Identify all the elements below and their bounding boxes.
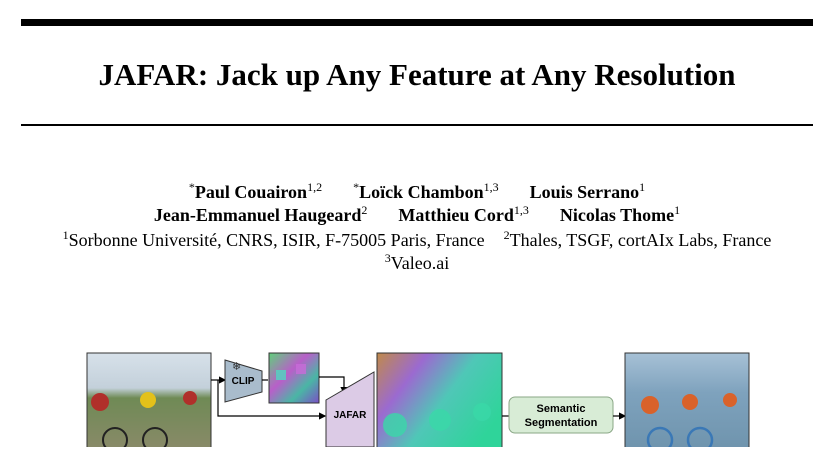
author-name: Matthieu Cord xyxy=(398,205,514,225)
low-res-features xyxy=(268,352,320,404)
task-label-line1: Semantic xyxy=(537,403,586,415)
affiliation-text: Valeo.ai xyxy=(390,253,450,273)
author-name: Louis Serrano xyxy=(529,182,640,202)
author-affiliation-sup: 1 xyxy=(674,203,681,217)
author-name: Nicolas Thome xyxy=(559,205,675,225)
equal-contribution-mark: * xyxy=(188,180,195,194)
clip-label: CLIP xyxy=(232,376,255,387)
affiliations-line-2: 3Valeo.ai xyxy=(0,251,834,276)
paper-title: JAFAR: Jack up Any Feature at Any Resolu… xyxy=(98,57,736,92)
segmentation-output xyxy=(624,352,750,452)
affiliation-sup: 3 xyxy=(384,251,391,265)
high-res-features xyxy=(376,352,503,452)
equal-contribution-mark: * xyxy=(353,180,360,194)
author-name: Loïck Chambon xyxy=(359,182,484,202)
authors-line-1: *Paul Couairon1,2 *Loïck Chambon1,3 Loui… xyxy=(0,180,834,205)
author-affiliation-sup: 1 xyxy=(639,180,646,194)
author-affiliation-sup: 1,3 xyxy=(483,180,499,194)
affiliation-text: Sorbonne Université, CNRS, ISIR, F-75005… xyxy=(68,230,485,250)
author-affiliation-sup: 1,3 xyxy=(513,203,529,217)
snowflake-icon: ❄ xyxy=(232,360,241,373)
affiliation-text: Thales, TSGF, cortAIx Labs, France xyxy=(509,230,772,250)
top-rule xyxy=(21,19,813,26)
input-image xyxy=(86,352,212,452)
jafar-label: JAFAR xyxy=(334,410,368,421)
teaser-figure-svg: ❄ CLIP JAFAR Semantic Segmentation xyxy=(86,352,750,452)
author-name: Jean-Emmanuel Haugeard xyxy=(153,205,362,225)
teaser-figure: ❄ CLIP JAFAR Semantic Segmentation xyxy=(0,340,834,452)
authors-line-2: Jean-Emmanuel Haugeard2 Matthieu Cord1,3… xyxy=(0,203,834,228)
author-affiliation-sup: 2 xyxy=(361,203,368,217)
task-label-line2: Segmentation xyxy=(525,417,598,429)
arrow-lowres-to-jafar xyxy=(319,376,348,395)
affiliation-sup: 2 xyxy=(503,228,510,242)
author-affiliation-sup: 1,2 xyxy=(307,180,323,194)
affiliations-line: 1Sorbonne Université, CNRS, ISIR, F-7500… xyxy=(0,228,834,253)
affiliation-sup: 1 xyxy=(62,228,69,242)
author-name: Paul Couairon xyxy=(194,182,308,202)
title-bottom-rule xyxy=(21,124,813,126)
